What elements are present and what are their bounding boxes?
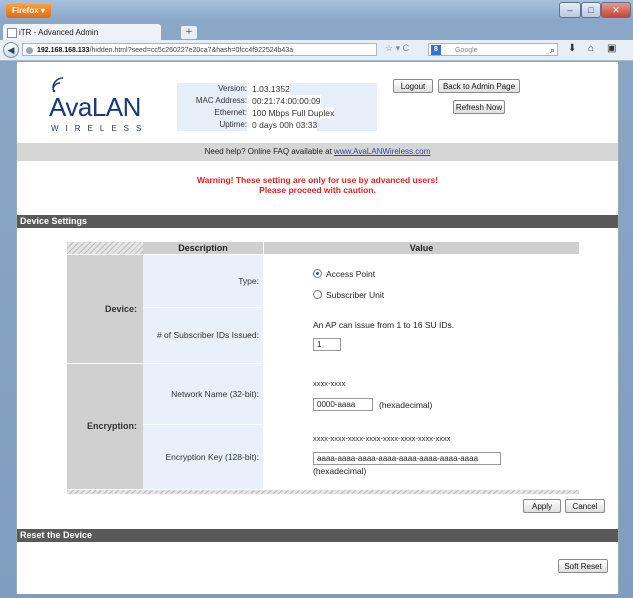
device-settings-header: Device Settings <box>17 215 618 228</box>
site-identity-icon <box>26 47 33 54</box>
device-group-label: Device: <box>67 255 143 363</box>
soft-reset-button[interactable]: Soft Reset <box>558 559 608 573</box>
info-label: Ethernet: <box>214 108 247 117</box>
faq-link[interactable]: www.AvaLANWireless.com <box>334 147 430 156</box>
type-value-cell: Access Point Subscriber Unit <box>264 255 579 307</box>
help-text: Need help? Online FAQ available at <box>204 147 332 156</box>
url-host: 192.168.168.133 <box>37 47 90 54</box>
minimize-icon[interactable]: – <box>559 2 581 18</box>
radio-unselected-icon <box>313 290 322 299</box>
radio-access-point[interactable]: Access Point <box>313 269 375 279</box>
info-label: Uptime: <box>219 120 247 129</box>
network-name-suffix: (hexadecimal) <box>379 400 433 410</box>
radio-label: Subscriber Unit <box>326 290 385 300</box>
search-engine-icon: 8 <box>431 45 441 55</box>
subscriber-hint: An AP can issue from 1 to 16 SU IDs. <box>313 320 455 330</box>
back-to-admin-button[interactable]: Back to Admin Page <box>438 79 520 93</box>
network-name-input[interactable]: 0000-aaaa <box>313 398 373 411</box>
table-bottom-hatch <box>67 490 579 494</box>
refresh-now-button[interactable]: Refresh Now <box>453 100 505 114</box>
wifi-logo-icon <box>52 77 64 92</box>
encryption-key-label: Encryption Key (128-bit): <box>143 425 263 489</box>
back-arrow-icon[interactable]: ◀ <box>3 42 19 58</box>
device-info-panel: Version: 1.03.1352 MAC Address: 00:21:74:0… <box>177 83 377 131</box>
navigation-bar: ◀ 192.168.168.133/hidden.html?seed=cc5c2… <box>0 40 633 61</box>
col-value: Value <box>264 242 579 254</box>
warning-line-1: Warning! These setting are only for use … <box>196 175 439 185</box>
bookmark-star-icon[interactable]: ☆ <box>385 43 393 53</box>
info-row: MAC Address: 00:21:74:00:00:09 <box>177 95 377 107</box>
url-actions: ☆ ▾ C <box>385 43 409 54</box>
radio-subscriber-unit[interactable]: Subscriber Unit <box>313 290 384 300</box>
info-value: 100 Mbps Full Duplex <box>247 107 335 119</box>
maximize-icon[interactable]: □ <box>581 2 601 18</box>
tab-bar: iTR - Advanced Admin + <box>0 22 633 40</box>
subscriber-ids-input[interactable]: 1 <box>313 338 341 351</box>
encryption-key-format: xxxx-xxxx-xxxx-xxxx-xxxx-xxxx-xxxx-xxxx <box>313 434 451 443</box>
firefox-menu-button[interactable]: Firefox ▾ <box>6 4 51 18</box>
encryption-key-input[interactable]: aaaa-aaaa-aaaa-aaaa-aaaa-aaaa-aaaa-aaaa <box>313 452 501 465</box>
browser-window: Firefox ▾ – □ ✕ iTR - Advanced Admin + ◀… <box>0 0 633 598</box>
subscriber-ids-cell: An AP can issue from 1 to 16 SU IDs. 1 <box>264 308 579 363</box>
search-box[interactable]: 8 Google ⌕ <box>428 43 558 56</box>
new-tab-label: + <box>185 26 193 38</box>
subscriber-ids-label: # of Subscriber IDs Issued: <box>143 308 263 363</box>
dropdown-icon[interactable]: ▾ <box>396 43 401 53</box>
close-icon[interactable]: ✕ <box>601 2 631 18</box>
encryption-group-label: Encryption: <box>67 364 143 489</box>
info-value: 00:21:74:00:00:09 <box>247 95 321 107</box>
brand-tagline: WIRELESS <box>51 124 149 133</box>
info-value: 0 days 00h 03:33 <box>247 119 318 131</box>
radio-label: Access Point <box>326 269 376 279</box>
search-icon[interactable]: ⌕ <box>550 44 555 57</box>
info-value: 1.03.1352 <box>247 83 290 95</box>
cancel-button[interactable]: Cancel <box>565 499 605 513</box>
network-name-format: xxxx-xxxx <box>313 379 346 388</box>
network-name-cell: xxxx-xxxx 0000-aaaa (hexadecimal) <box>264 364 579 424</box>
info-row: Ethernet: 100 Mbps Full Duplex <box>177 107 377 119</box>
info-label: Version: <box>218 84 247 93</box>
type-label: Type: <box>143 255 263 307</box>
apply-button[interactable]: Apply <box>523 499 561 513</box>
col-description: Description <box>143 242 263 254</box>
logout-button[interactable]: Logout <box>393 79 433 93</box>
home-icon[interactable]: ⌂ <box>588 43 594 54</box>
search-placeholder: Google <box>455 47 478 54</box>
tab-title: iTR - Advanced Admin <box>19 28 99 37</box>
page-header: AvaLAN WIRELESS Version: 1.03.1352 MAC Ad… <box>17 62 618 150</box>
tab-advanced-admin[interactable]: iTR - Advanced Admin <box>2 23 162 40</box>
warning-message: Warning! These setting are only for use … <box>17 175 618 195</box>
page-content: AvaLAN WIRELESS Version: 1.03.1352 MAC Ad… <box>16 62 619 594</box>
download-icon[interactable]: ⬇ <box>568 43 576 54</box>
menu-icon[interactable]: ▣ <box>607 43 616 54</box>
page-icon <box>7 28 17 38</box>
new-tab-button[interactable]: + <box>180 25 198 40</box>
encryption-key-cell: xxxx-xxxx-xxxx-xxxx-xxxx-xxxx-xxxx-xxxx … <box>264 425 579 489</box>
warning-line-2: Please proceed with caution. <box>259 185 376 195</box>
help-bar: Need help? Online FAQ available at www.A… <box>17 143 618 161</box>
radio-selected-icon <box>313 269 322 278</box>
reload-icon[interactable]: C <box>403 43 410 53</box>
table-corner-hatch <box>67 242 143 254</box>
url-bar[interactable]: 192.168.168.133/hidden.html?seed=cc5c260… <box>22 43 377 56</box>
brand-logo: AvaLAN <box>49 92 141 122</box>
info-row: Version: 1.03.1352 <box>177 83 377 95</box>
info-label: MAC Address: <box>195 96 247 105</box>
encryption-key-suffix: (hexadecimal) <box>313 466 367 476</box>
firefox-menu-label: Firefox <box>12 6 39 15</box>
info-row: Uptime: 0 days 00h 03:33 <box>177 119 377 131</box>
network-name-label: Network Name (32-bit): <box>143 364 263 424</box>
reset-device-header: Reset the Device <box>17 529 618 542</box>
url-path: /hidden.html?seed=cc5c260227e20ca7&hash=… <box>89 47 294 54</box>
